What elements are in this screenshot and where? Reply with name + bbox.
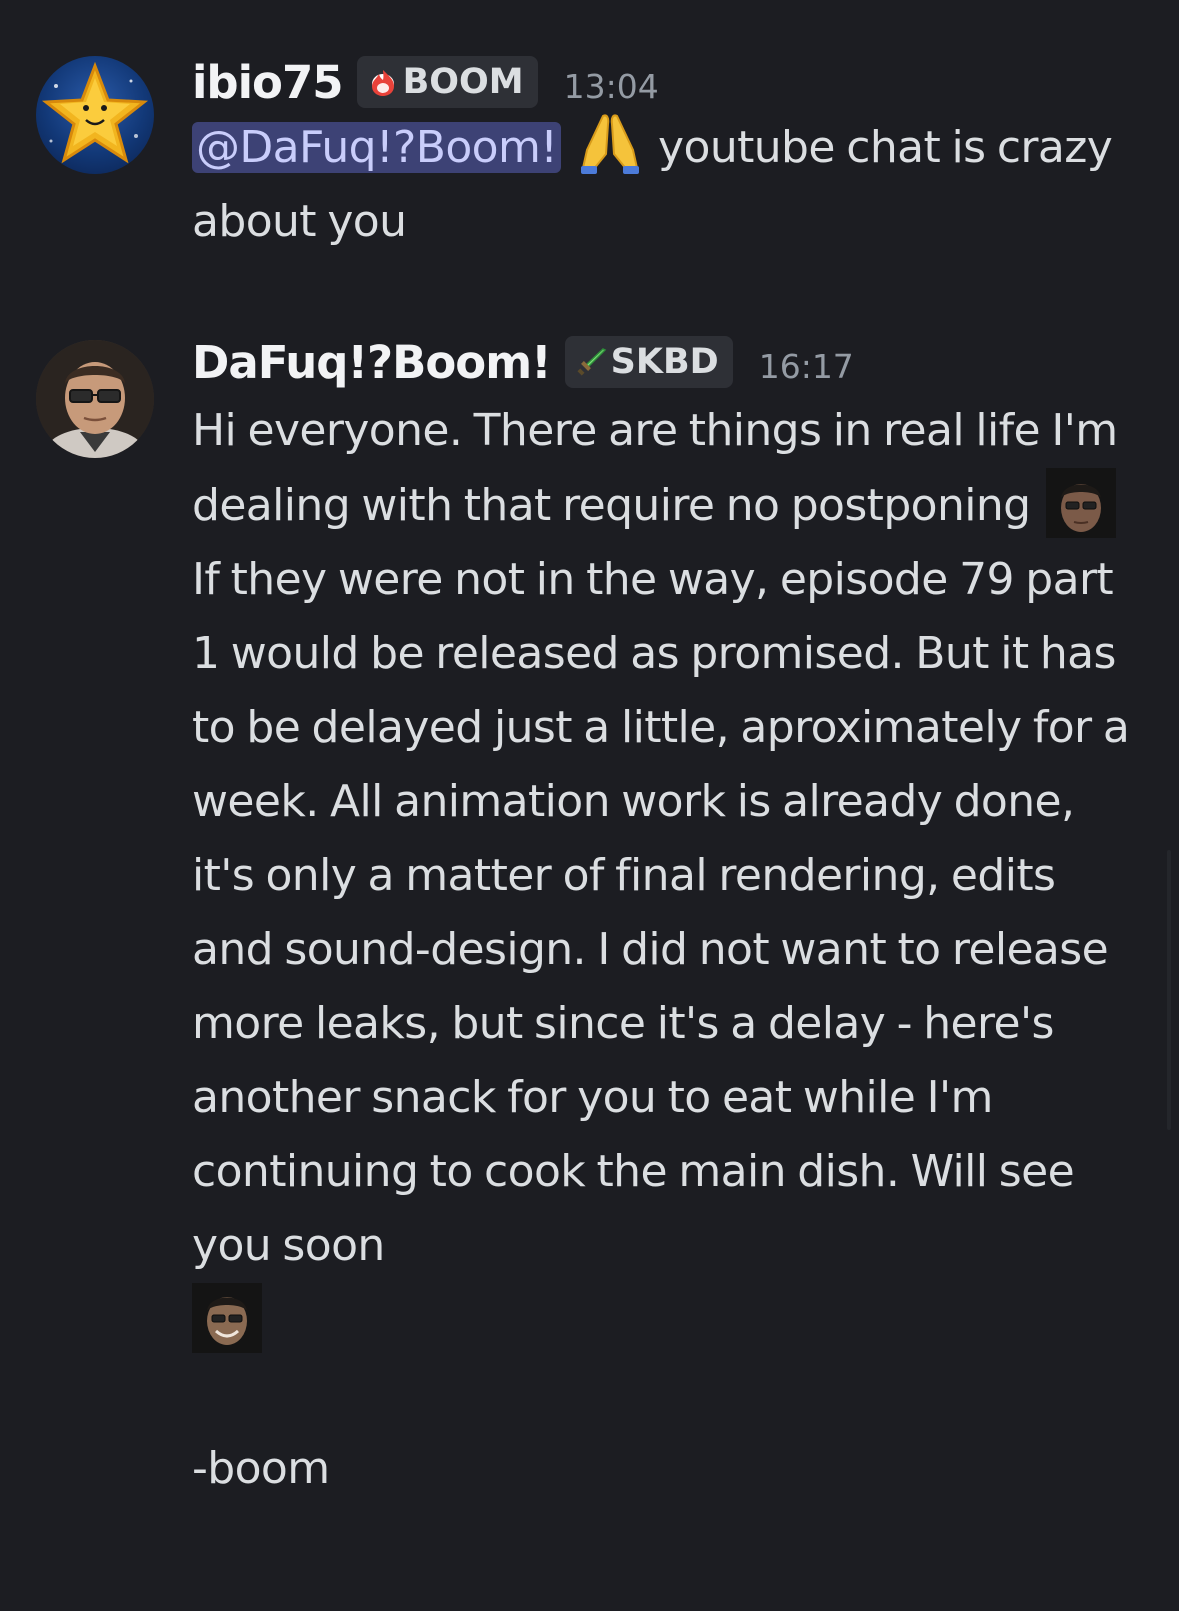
message-signature: -boom bbox=[192, 1443, 330, 1494]
avatar[interactable] bbox=[36, 340, 154, 458]
scrollbar[interactable] bbox=[1167, 850, 1171, 1130]
avatar[interactable] bbox=[36, 56, 154, 174]
message-text-continued: If they were not in the way, episode 79 … bbox=[192, 554, 1130, 1271]
message-body: Hi everyone. There are things in real li… bbox=[192, 394, 1139, 1506]
person-avatar-icon bbox=[36, 340, 154, 458]
user-mention[interactable]: @DaFuq!?Boom! bbox=[192, 122, 562, 173]
sword-icon bbox=[577, 348, 606, 376]
server-tag[interactable]: SKBD bbox=[564, 336, 733, 388]
message-body: @DaFuq!?Boom! youtube chat is crazy abou… bbox=[192, 110, 1139, 259]
timestamp: 16:17 bbox=[758, 346, 854, 386]
message-text: Hi everyone. There are things in real li… bbox=[192, 405, 1118, 531]
custom-emoji-smile-icon bbox=[192, 1283, 262, 1353]
username[interactable]: DaFuq!?Boom! bbox=[192, 336, 552, 389]
server-tag-label: SKBD bbox=[610, 342, 719, 382]
folded-hands-icon bbox=[573, 110, 647, 176]
timestamp: 13:04 bbox=[563, 66, 659, 106]
server-tag[interactable]: BOOM bbox=[356, 56, 538, 108]
flame-icon bbox=[371, 70, 394, 96]
star-avatar-icon bbox=[41, 61, 149, 164]
message-header: ibio75 BOOM 13:04 bbox=[192, 52, 1139, 112]
server-tag-label: BOOM bbox=[402, 62, 524, 102]
username[interactable]: ibio75 bbox=[192, 56, 344, 109]
message-header: DaFuq!?Boom! SKBD 16:17 bbox=[192, 332, 1139, 392]
custom-emoji-face-icon bbox=[1045, 468, 1116, 538]
